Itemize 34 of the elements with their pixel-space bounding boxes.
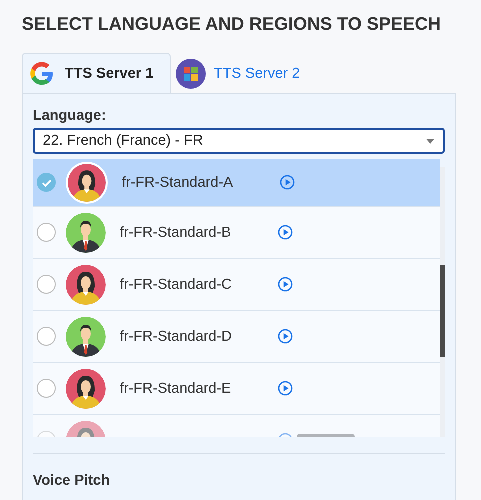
play-icon[interactable]: [278, 225, 293, 240]
radio-button[interactable]: [37, 275, 56, 294]
voice-row[interactable]: fr-FR-Standard-A: [33, 159, 440, 207]
play-icon[interactable]: [278, 381, 293, 396]
woman-avatar-icon: [66, 162, 108, 204]
language-select[interactable]: 22. French (France) - FR: [33, 128, 445, 154]
woman-avatar-icon: [66, 264, 106, 304]
page-heading: SELECT LANGUAGE AND REGIONS TO SPEECH: [21, 13, 442, 36]
voice-pitch-label: Voice Pitch: [33, 473, 112, 489]
server-tab[interactable]: TTS Server 1: [22, 53, 171, 93]
server-tab[interactable]: TTS Server 2: [171, 53, 316, 93]
voice-row[interactable]: fr-FR-Standard-E: [33, 363, 440, 415]
voice-row[interactable]: fr-FR-Standard-B: [33, 207, 440, 259]
caret-icon: [426, 138, 435, 144]
man-avatar-icon: [66, 212, 106, 252]
voice-name: fr-FR-Standard-B: [120, 224, 232, 240]
voice-name: fr-FR-Standard-C: [120, 276, 233, 292]
voice-row[interactable]: fr-FR-Standard-D: [33, 311, 440, 363]
scrollbar-thumb[interactable]: [440, 265, 445, 357]
voice-row[interactable]: fr-FR-Standard-C: [33, 259, 440, 311]
voice-name: fr-FR-Standard-E: [120, 380, 232, 396]
play-icon[interactable]: [278, 329, 293, 344]
play-icon[interactable]: [280, 175, 295, 190]
voice-name: fr-FR-Standard-A: [122, 174, 234, 190]
radio-button[interactable]: [37, 379, 56, 398]
man-avatar-icon: [66, 316, 106, 356]
tiles-logo-icon: [176, 58, 206, 88]
radio-button[interactable]: [37, 173, 56, 192]
radio-button[interactable]: [37, 223, 56, 242]
voice-name: fr-FR-Standard-D: [120, 328, 233, 344]
language-label: Language:: [33, 108, 108, 124]
woman-avatar-icon: [66, 368, 106, 408]
radio-button[interactable]: [37, 327, 56, 346]
play-icon[interactable]: [278, 277, 293, 292]
